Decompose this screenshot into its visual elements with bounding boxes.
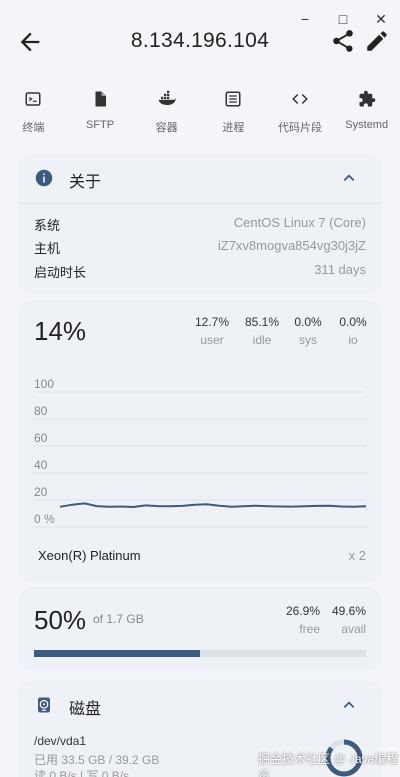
- about-row-os: 系统 CentOS Linux 7 (Core): [34, 215, 366, 235]
- chevron-up-icon[interactable]: [342, 171, 356, 185]
- tool-label: Systemd: [345, 119, 389, 131]
- file-icon: [95, 91, 106, 107]
- stat-value: 26.9%: [285, 604, 320, 618]
- watermark: 掘金技术社区 @ Java编程员: [258, 752, 399, 777]
- tool-terminal[interactable]: 终端: [0, 90, 67, 140]
- about-key: 启动时长: [34, 265, 87, 280]
- disk-icon: [38, 697, 50, 713]
- stat-label: avail: [341, 622, 366, 636]
- cpu-card: 14% 12.7% user 85.1% idle 0.0% sys 0.0% …: [18, 300, 382, 582]
- about-key: 系统: [34, 218, 61, 233]
- share-icon[interactable]: [330, 28, 356, 54]
- about-value: iZ7xv8mogva854vg30j3jZ: [217, 238, 366, 253]
- cpu-model: Xeon(R) Platinum: [38, 548, 141, 563]
- terminal-icon: [25, 92, 41, 106]
- disk-used: 已用 33.5 GB / 39.2 GB: [34, 753, 160, 767]
- about-row-uptime: 启动时长 311 days: [34, 262, 366, 282]
- chevron-up-icon[interactable]: [342, 698, 356, 712]
- about-value: CentOS Linux 7 (Core): [233, 215, 366, 230]
- disk-header[interactable]: 磁盘: [18, 680, 382, 730]
- app-bar: 8.134.196.104: [0, 24, 400, 64]
- list-icon: [225, 91, 241, 107]
- docker-icon: [158, 90, 176, 105]
- about-value: 311 days: [314, 262, 366, 277]
- tool-snippets[interactable]: 代码片段: [267, 90, 334, 140]
- about-card: 关于 系统 CentOS Linux 7 (Core) 主机 iZ7xv8mog…: [18, 153, 382, 295]
- cpu-count: x 2: [348, 548, 366, 563]
- cpu-usage-line: [59, 502, 367, 509]
- tools-row: 终端 SFTP 容器 进程 代码片段 Systemd: [0, 90, 400, 140]
- tool-processes[interactable]: 进程: [200, 90, 267, 140]
- memory-usage-bar: [34, 650, 366, 657]
- tool-label: 代码片段: [278, 122, 323, 134]
- memory-avail: 49.6% avail: [332, 604, 366, 636]
- puzzle-icon: [359, 90, 375, 107]
- info-icon: [35, 169, 53, 187]
- about-row-host: 主机 iZ7xv8mogva854vg30j3jZ: [34, 238, 366, 258]
- cpu-chart: [34, 391, 367, 528]
- stat-value: 49.6%: [331, 604, 366, 618]
- memory-percent: 50%: [34, 605, 87, 635]
- divider: [18, 203, 382, 204]
- disk-title: 磁盘: [69, 701, 102, 718]
- tool-systemd[interactable]: Systemd: [333, 90, 400, 140]
- memory-card: 50% of 1.7 GB 26.9% free 49.6% avail: [18, 587, 382, 670]
- tool-label: 终端: [22, 122, 45, 134]
- about-title: 关于: [69, 174, 102, 191]
- tool-label: SFTP: [85, 119, 115, 131]
- about-header[interactable]: 关于: [18, 153, 382, 203]
- about-key: 主机: [34, 241, 61, 256]
- disk-io: 读 0 B/s | 写 0 B/s: [34, 769, 130, 777]
- code-icon: [292, 93, 308, 105]
- tool-sftp[interactable]: SFTP: [67, 90, 134, 140]
- memory-free: 26.9% free: [286, 604, 320, 636]
- memory-total: of 1.7 GB: [93, 612, 144, 626]
- stat-label: free: [299, 622, 320, 636]
- memory-usage-fill: [34, 650, 200, 657]
- tool-label: 容器: [155, 122, 178, 134]
- edit-icon[interactable]: [364, 28, 390, 54]
- tool-containers[interactable]: 容器: [133, 90, 200, 140]
- tool-label: 进程: [222, 122, 245, 134]
- disk-device: /dev/vda1: [34, 734, 87, 748]
